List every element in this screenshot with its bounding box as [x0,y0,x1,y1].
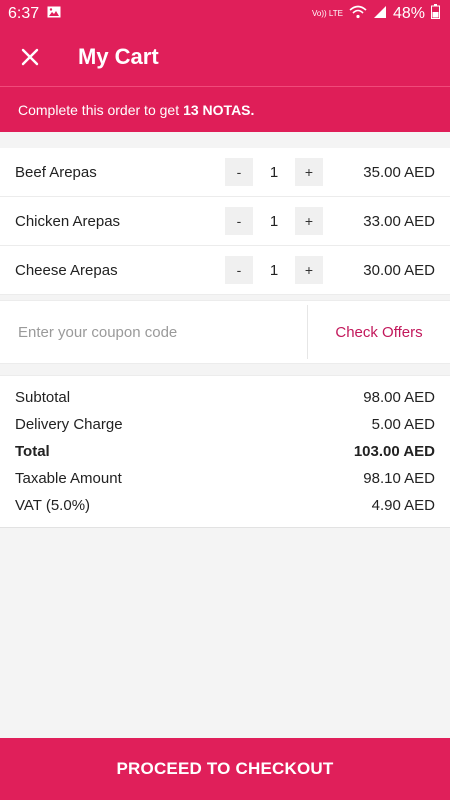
item-price: 33.00 AED [363,212,435,230]
status-bar: 6:37 Vo)) LTE 48% [0,0,450,28]
delivery-row: Delivery Charge 5.00 AED [15,411,435,438]
quantity-value: 1 [269,261,279,279]
decrease-button[interactable]: - [225,158,253,186]
quantity-stepper: - 1 + [225,158,323,186]
check-offers-link[interactable]: Check Offers [308,324,450,341]
app-bar: My Cart [0,28,450,86]
cart-item: Chicken Arepas - 1 + 33.00 AED [0,197,450,246]
gallery-icon [47,5,61,23]
subtotal-label: Subtotal [15,389,71,406]
item-name: Beef Arepas [15,163,97,181]
close-icon [21,48,39,66]
promo-banner: Complete this order to get 13 NOTAS. [0,86,450,132]
promo-text: Complete this order to get [18,101,180,118]
cart-item: Cheese Arepas - 1 + 30.00 AED [0,246,450,295]
item-name: Chicken Arepas [15,212,121,230]
decrease-button[interactable]: - [225,207,253,235]
battery-icon [431,4,440,24]
quantity-value: 1 [269,163,279,181]
network-label: Vo)) LTE [311,9,343,18]
proceed-to-checkout-button[interactable]: PROCEED TO CHECKOUT [0,738,450,800]
quantity-stepper: - 1 + [225,256,323,284]
total-label: Total [15,443,50,460]
cart-item: Beef Arepas - 1 + 35.00 AED [0,148,450,197]
order-summary: Subtotal 98.00 AED Delivery Charge 5.00 … [0,375,450,528]
status-time: 6:37 [8,5,40,22]
signal-icon [373,5,387,24]
item-name: Cheese Arepas [15,261,118,279]
coupon-section: Check Offers [0,300,450,364]
coupon-input[interactable] [0,301,307,363]
subtotal-row: Subtotal 98.00 AED [15,384,435,411]
vat-value: 4.90 AED [371,497,435,514]
battery-percent: 48% [392,5,425,22]
taxable-label: Taxable Amount [15,470,122,487]
total-value: 103.00 AED [353,443,435,460]
page-title: My Cart [78,44,159,69]
decrease-button[interactable]: - [225,256,253,284]
taxable-row: Taxable Amount 98.10 AED [15,465,435,492]
increase-button[interactable]: + [295,158,323,186]
promo-highlight: 13 NOTAS. [183,101,255,118]
cart-items: Beef Arepas - 1 + 35.00 AED Chicken Arep… [0,148,450,295]
close-button[interactable] [0,28,60,86]
increase-button[interactable]: + [295,256,323,284]
delivery-value: 5.00 AED [371,416,435,433]
wifi-icon [349,5,367,24]
taxable-value: 98.10 AED [363,470,435,487]
subtotal-value: 98.00 AED [363,389,435,406]
quantity-stepper: - 1 + [225,207,323,235]
delivery-label: Delivery Charge [15,416,123,433]
item-price: 30.00 AED [363,261,435,279]
increase-button[interactable]: + [295,207,323,235]
vat-label: VAT (5.0%) [15,497,91,514]
item-price: 35.00 AED [363,163,435,181]
quantity-value: 1 [269,212,279,230]
total-row: Total 103.00 AED [15,438,435,465]
vat-row: VAT (5.0%) 4.90 AED [15,492,435,519]
